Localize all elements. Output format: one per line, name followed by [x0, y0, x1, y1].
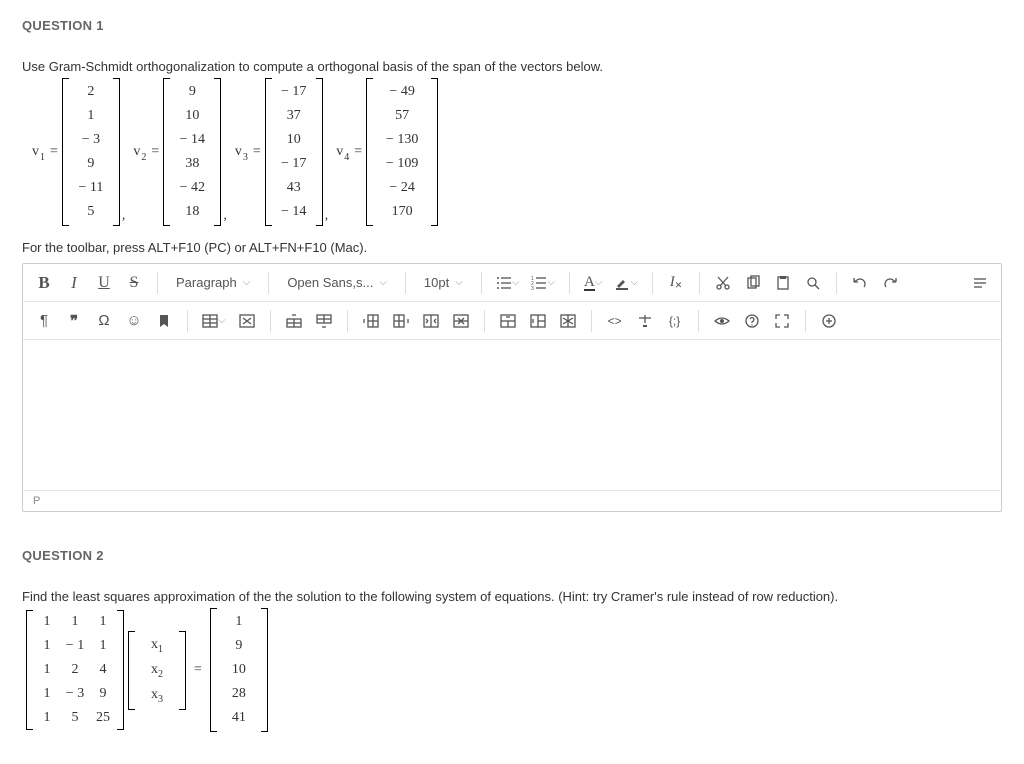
question-1-block: QUESTION 1 Use Gram-Schmidt orthogonaliz… — [0, 0, 1024, 530]
nonbreaking-button[interactable] — [632, 307, 658, 335]
clear-formatting-button[interactable]: I✕ — [663, 269, 689, 297]
fullscreen-button[interactable] — [769, 307, 795, 335]
find-button[interactable] — [800, 269, 826, 297]
redo-button[interactable] — [877, 269, 903, 297]
question-2-equation: 111 1− 11 124 1− 39 1525 x1 x2 x3 = — [26, 608, 1002, 732]
table-col-after-button[interactable] — [388, 307, 414, 335]
paragraph-label: Paragraph — [176, 275, 237, 290]
toolbar-row-1: B I U S Paragraph ⌵ Open Sans,s... ⌵ 10p… — [23, 264, 1001, 302]
svg-text:3: 3 — [531, 286, 534, 291]
underline-button[interactable]: U — [91, 269, 117, 297]
cut-button[interactable] — [710, 269, 736, 297]
font-color-button[interactable]: A ⌵ — [580, 269, 606, 297]
table-delete-row-button[interactable] — [448, 307, 474, 335]
equals-sign: = — [186, 662, 210, 678]
numbered-list-button[interactable]: 123 ⌵ — [527, 269, 559, 297]
matrix-A: 111 1− 11 124 1− 39 1525 — [26, 610, 124, 730]
highlight-color-button[interactable]: ⌵ — [610, 269, 642, 297]
code-view-button[interactable]: <> — [602, 307, 628, 335]
chevron-down-icon: ⌵ — [455, 277, 463, 288]
vector-x: x1 x2 x3 — [128, 631, 186, 710]
question-2-block: QUESTION 2 Find the least squares approx… — [0, 530, 1024, 764]
question-2-header: QUESTION 2 — [22, 548, 1002, 563]
italic-button[interactable]: I — [61, 269, 87, 297]
vector-1: 2 1 − 3 9 − 11 5 — [62, 78, 120, 226]
paragraph-select[interactable]: Paragraph ⌵ — [168, 269, 258, 297]
question-2-prompt: Find the least squares approximation of … — [22, 589, 1002, 604]
question-1-vectors: v1 = 2 1 − 3 9 − 11 5 , v2 = — [26, 78, 1002, 226]
bold-button[interactable]: B — [31, 269, 57, 297]
question-1-prompt: Use Gram-Schmidt orthogonalization to co… — [22, 59, 1002, 74]
preview-button[interactable] — [709, 307, 735, 335]
editor-textarea[interactable] — [23, 340, 1001, 490]
chevron-down-icon: ⌵ — [243, 277, 251, 288]
toolbar-hint: For the toolbar, press ALT+F10 (PC) or A… — [22, 240, 1002, 255]
rich-text-editor: B I U S Paragraph ⌵ Open Sans,s... ⌵ 10p… — [22, 263, 1002, 512]
table-row-before-button[interactable] — [281, 307, 307, 335]
table-row-after-button[interactable] — [311, 307, 337, 335]
font-family-select[interactable]: Open Sans,s... ⌵ — [279, 269, 395, 297]
vector-3: − 17 37 10 − 17 43 − 14 — [265, 78, 323, 226]
font-family-label: Open Sans,s... — [287, 275, 373, 290]
equals-sign: = — [46, 144, 62, 160]
table-merge-button[interactable] — [418, 307, 444, 335]
copy-button[interactable] — [740, 269, 766, 297]
strikethrough-button[interactable]: S — [121, 269, 147, 297]
chevron-down-icon: ⌵ — [379, 277, 387, 288]
table-delete-col-button[interactable] — [555, 307, 581, 335]
delete-table-button[interactable] — [234, 307, 260, 335]
font-size-select[interactable]: 10pt ⌵ — [416, 269, 471, 297]
add-content-button[interactable] — [816, 307, 842, 335]
more-button[interactable] — [967, 269, 993, 297]
vector-label-2: v2 — [127, 144, 147, 160]
toolbar-row-2: ¶ ❞ Ω ☺ ⌵ — [23, 302, 1001, 340]
bullet-list-button[interactable]: ⌵ — [492, 269, 524, 297]
insert-table-button[interactable]: ⌵ — [198, 307, 230, 335]
table-split-v-button[interactable] — [525, 307, 551, 335]
vector-2: 9 10 − 14 38 − 42 18 — [163, 78, 221, 226]
chevron-down-icon: ⌵ — [630, 277, 638, 288]
vector-4: − 49 57 − 130 − 109 − 24 170 — [366, 78, 438, 226]
emoji-button[interactable]: ☺ — [121, 307, 147, 335]
chevron-down-icon: ⌵ — [218, 315, 226, 326]
question-1-header: QUESTION 1 — [22, 18, 1002, 33]
font-size-label: 10pt — [424, 275, 449, 290]
blockquote-button[interactable]: ❞ — [61, 307, 87, 335]
bookmark-button[interactable] — [151, 307, 177, 335]
table-col-before-button[interactable] — [358, 307, 384, 335]
vector-label-1: v1 — [26, 144, 46, 160]
vector-label-3: v3 — [229, 144, 249, 160]
chevron-down-icon: ⌵ — [547, 277, 555, 288]
vector-label-4: v4 — [330, 144, 350, 160]
help-button[interactable] — [739, 307, 765, 335]
undo-button[interactable] — [847, 269, 873, 297]
paragraph-mark-button[interactable]: ¶ — [31, 307, 57, 335]
special-character-button[interactable]: Ω — [91, 307, 117, 335]
vector-b: 1 9 10 28 41 — [210, 608, 268, 732]
comma: , — [120, 208, 128, 224]
paste-button[interactable] — [770, 269, 796, 297]
chevron-down-icon: ⌵ — [512, 277, 520, 288]
editor-status-path: P — [23, 490, 1001, 511]
table-split-h-button[interactable] — [495, 307, 521, 335]
code-sample-button[interactable]: {;} — [662, 307, 688, 335]
chevron-down-icon: ⌵ — [595, 277, 603, 288]
